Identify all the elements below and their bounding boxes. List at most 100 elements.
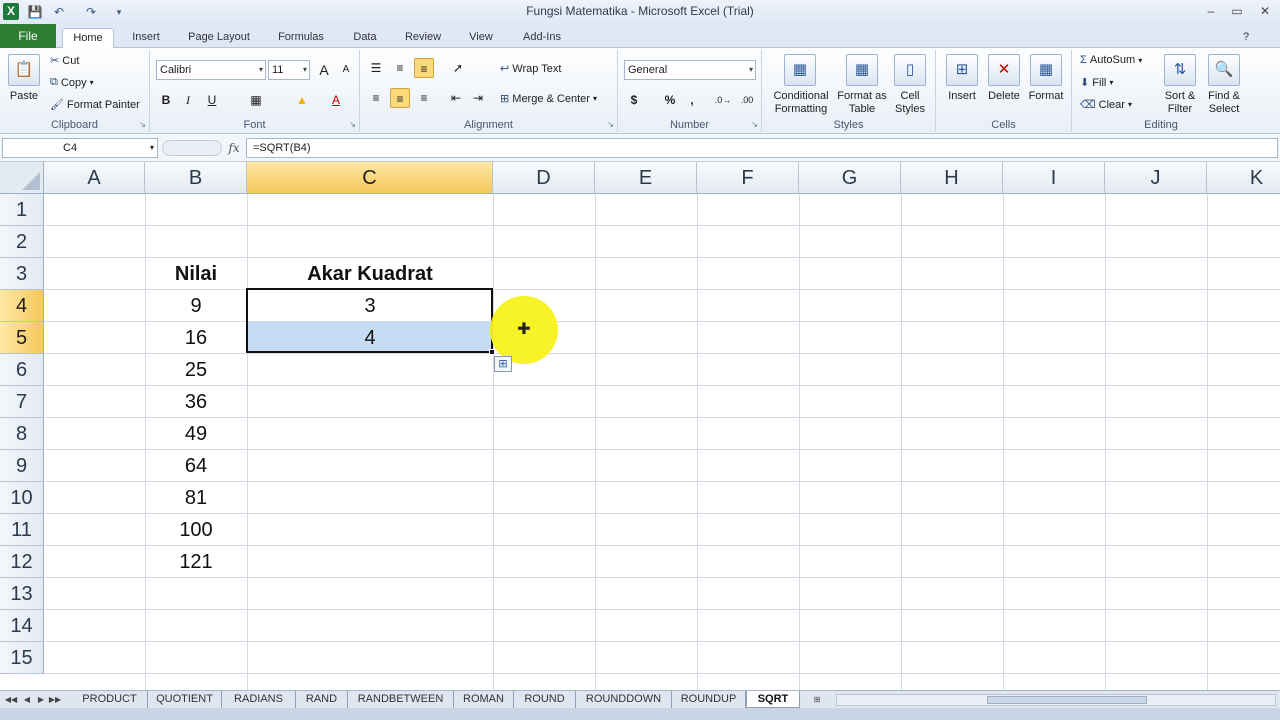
tab-review[interactable]: Review xyxy=(398,28,448,48)
tab-view[interactable]: View xyxy=(460,28,502,48)
increase-decimal-button[interactable]: .0→ xyxy=(712,90,734,110)
paste-button[interactable]: Paste xyxy=(4,90,44,103)
cell-b8[interactable]: 49 xyxy=(145,418,247,450)
cut-button[interactable]: ✂ Cut xyxy=(50,54,79,68)
first-sheet-icon[interactable]: ◀◀ xyxy=(4,693,18,707)
format-as-table-button[interactable]: Format as Table xyxy=(836,90,888,116)
font-size-select[interactable]: 11 ▾ xyxy=(268,60,310,80)
horizontal-scroll-thumb[interactable] xyxy=(987,696,1147,704)
sheet-tab-rounddown[interactable]: ROUNDDOWN xyxy=(576,691,672,708)
spreadsheet-grid[interactable]: A B C D E F G H I J K 1 2 3 4 5 6 7 8 9 … xyxy=(0,162,1280,690)
row-header-11[interactable]: 11 xyxy=(0,514,44,546)
row-header-3[interactable]: 3 xyxy=(0,258,44,290)
sort-filter-icon[interactable]: ⇅ xyxy=(1164,54,1196,86)
tab-insert[interactable]: Insert xyxy=(124,28,168,48)
column-header-g[interactable]: G xyxy=(799,162,901,194)
cell-b3[interactable]: Nilai xyxy=(145,258,247,290)
autofill-options-icon[interactable]: ⊞ xyxy=(494,356,512,372)
dialog-launcher-icon[interactable]: ↘ xyxy=(607,120,614,129)
sheet-tab-roundup[interactable]: ROUNDUP xyxy=(672,691,746,708)
column-header-f[interactable]: F xyxy=(697,162,799,194)
sort-filter-button[interactable]: Sort & Filter xyxy=(1158,90,1202,116)
cell-b9[interactable]: 64 xyxy=(145,450,247,482)
column-header-i[interactable]: I xyxy=(1003,162,1105,194)
dialog-launcher-icon[interactable]: ↘ xyxy=(139,120,146,129)
comma-button[interactable]: , xyxy=(682,90,702,110)
next-sheet-icon[interactable]: ▶ xyxy=(34,693,48,707)
fill-button[interactable]: ⬇ Fill ▾ xyxy=(1080,76,1113,90)
column-header-e[interactable]: E xyxy=(595,162,697,194)
last-sheet-icon[interactable]: ▶▶ xyxy=(48,693,62,707)
column-header-a[interactable]: A xyxy=(44,162,145,194)
borders-icon[interactable]: ▦ xyxy=(246,90,266,110)
format-cells-icon[interactable]: ▦ xyxy=(1030,54,1062,86)
format-button[interactable]: Format xyxy=(1024,90,1068,103)
row-header-10[interactable]: 10 xyxy=(0,482,44,514)
bold-button[interactable]: B xyxy=(156,90,176,110)
row-header-14[interactable]: 14 xyxy=(0,610,44,642)
row-header-2[interactable]: 2 xyxy=(0,226,44,258)
autosum-button[interactable]: Σ AutoSum ▾ xyxy=(1080,54,1142,66)
cell-b4[interactable]: 9 xyxy=(145,290,247,322)
select-all-button[interactable] xyxy=(0,162,44,194)
insert-sheet-icon[interactable]: ⊞ xyxy=(806,693,828,707)
row-header-7[interactable]: 7 xyxy=(0,386,44,418)
tab-add-ins[interactable]: Add-Ins xyxy=(514,28,570,48)
fill-handle[interactable] xyxy=(489,349,495,355)
wrap-text-button[interactable]: ↩ Wrap Text xyxy=(500,62,561,76)
cell-c5[interactable]: 4 xyxy=(247,322,493,354)
increase-indent-icon[interactable]: ⇥ xyxy=(468,88,488,108)
cell-styles-button[interactable]: Cell Styles xyxy=(888,90,932,116)
format-painter-button[interactable]: 🖌 Format Painter xyxy=(50,98,140,112)
percent-button[interactable]: % xyxy=(660,90,680,110)
cell-b11[interactable]: 100 xyxy=(145,514,247,546)
cell-b10[interactable]: 81 xyxy=(145,482,247,514)
copy-button[interactable]: ⧉ Copy ▾ xyxy=(50,76,94,89)
binoculars-icon[interactable]: 🔍 xyxy=(1208,54,1240,86)
conditional-formatting-icon[interactable]: ▦ xyxy=(784,54,816,86)
close-button[interactable]: ✕ xyxy=(1254,2,1276,20)
row-header-5[interactable]: 5 xyxy=(0,322,44,354)
sheet-tab-quotient[interactable]: QUOTIENT xyxy=(148,691,222,708)
cell-b12[interactable]: 121 xyxy=(145,546,247,578)
cell-b7[interactable]: 36 xyxy=(145,386,247,418)
dialog-launcher-icon[interactable]: ↘ xyxy=(751,120,758,129)
tab-home[interactable]: Home xyxy=(62,28,114,49)
sheet-tab-sqrt[interactable]: SQRT xyxy=(746,691,800,708)
find-select-button[interactable]: Find & Select xyxy=(1202,90,1246,116)
insert-button[interactable]: Insert xyxy=(940,90,984,103)
name-box[interactable]: C4 ▾ xyxy=(2,138,158,158)
tab-formulas[interactable]: Formulas xyxy=(270,28,332,48)
sheet-tab-randbetween[interactable]: RANDBETWEEN xyxy=(348,691,454,708)
formula-input[interactable]: =SQRT(B4) xyxy=(246,138,1278,158)
paste-icon[interactable]: 📋 xyxy=(8,54,40,86)
column-header-b[interactable]: B xyxy=(145,162,247,194)
align-middle-icon[interactable]: ≡ xyxy=(390,58,410,78)
grow-font-button[interactable]: A xyxy=(314,60,334,80)
delete-button[interactable]: Delete xyxy=(982,90,1026,103)
delete-cells-icon[interactable]: ✕ xyxy=(988,54,1020,86)
horizontal-scrollbar[interactable] xyxy=(836,694,1276,706)
merge-center-button[interactable]: ⊞ Merge & Center ▾ xyxy=(500,92,597,106)
row-header-4[interactable]: 4 xyxy=(0,290,44,322)
font-color-icon[interactable]: A xyxy=(326,90,346,110)
tab-page-layout[interactable]: Page Layout xyxy=(180,28,258,48)
cell-b5[interactable]: 16 xyxy=(145,322,247,354)
cell-b6[interactable]: 25 xyxy=(145,354,247,386)
orientation-icon[interactable]: ➚ xyxy=(448,58,468,78)
cell-styles-icon[interactable]: ▯ xyxy=(894,54,926,86)
row-header-9[interactable]: 9 xyxy=(0,450,44,482)
row-header-12[interactable]: 12 xyxy=(0,546,44,578)
sheet-tab-radians[interactable]: RADIANS xyxy=(222,691,296,708)
row-header-6[interactable]: 6 xyxy=(0,354,44,386)
sheet-tab-round[interactable]: ROUND xyxy=(514,691,576,708)
column-header-k[interactable]: K xyxy=(1207,162,1280,194)
tab-data[interactable]: Data xyxy=(344,28,386,48)
align-right-icon[interactable]: ≡ xyxy=(414,88,434,108)
italic-button[interactable]: I xyxy=(178,90,198,110)
prev-sheet-icon[interactable]: ◀ xyxy=(20,693,34,707)
minimize-button[interactable]: – xyxy=(1200,2,1222,20)
sheet-tab-roman[interactable]: ROMAN xyxy=(454,691,514,708)
row-header-1[interactable]: 1 xyxy=(0,194,44,226)
format-as-table-icon[interactable]: ▦ xyxy=(846,54,878,86)
